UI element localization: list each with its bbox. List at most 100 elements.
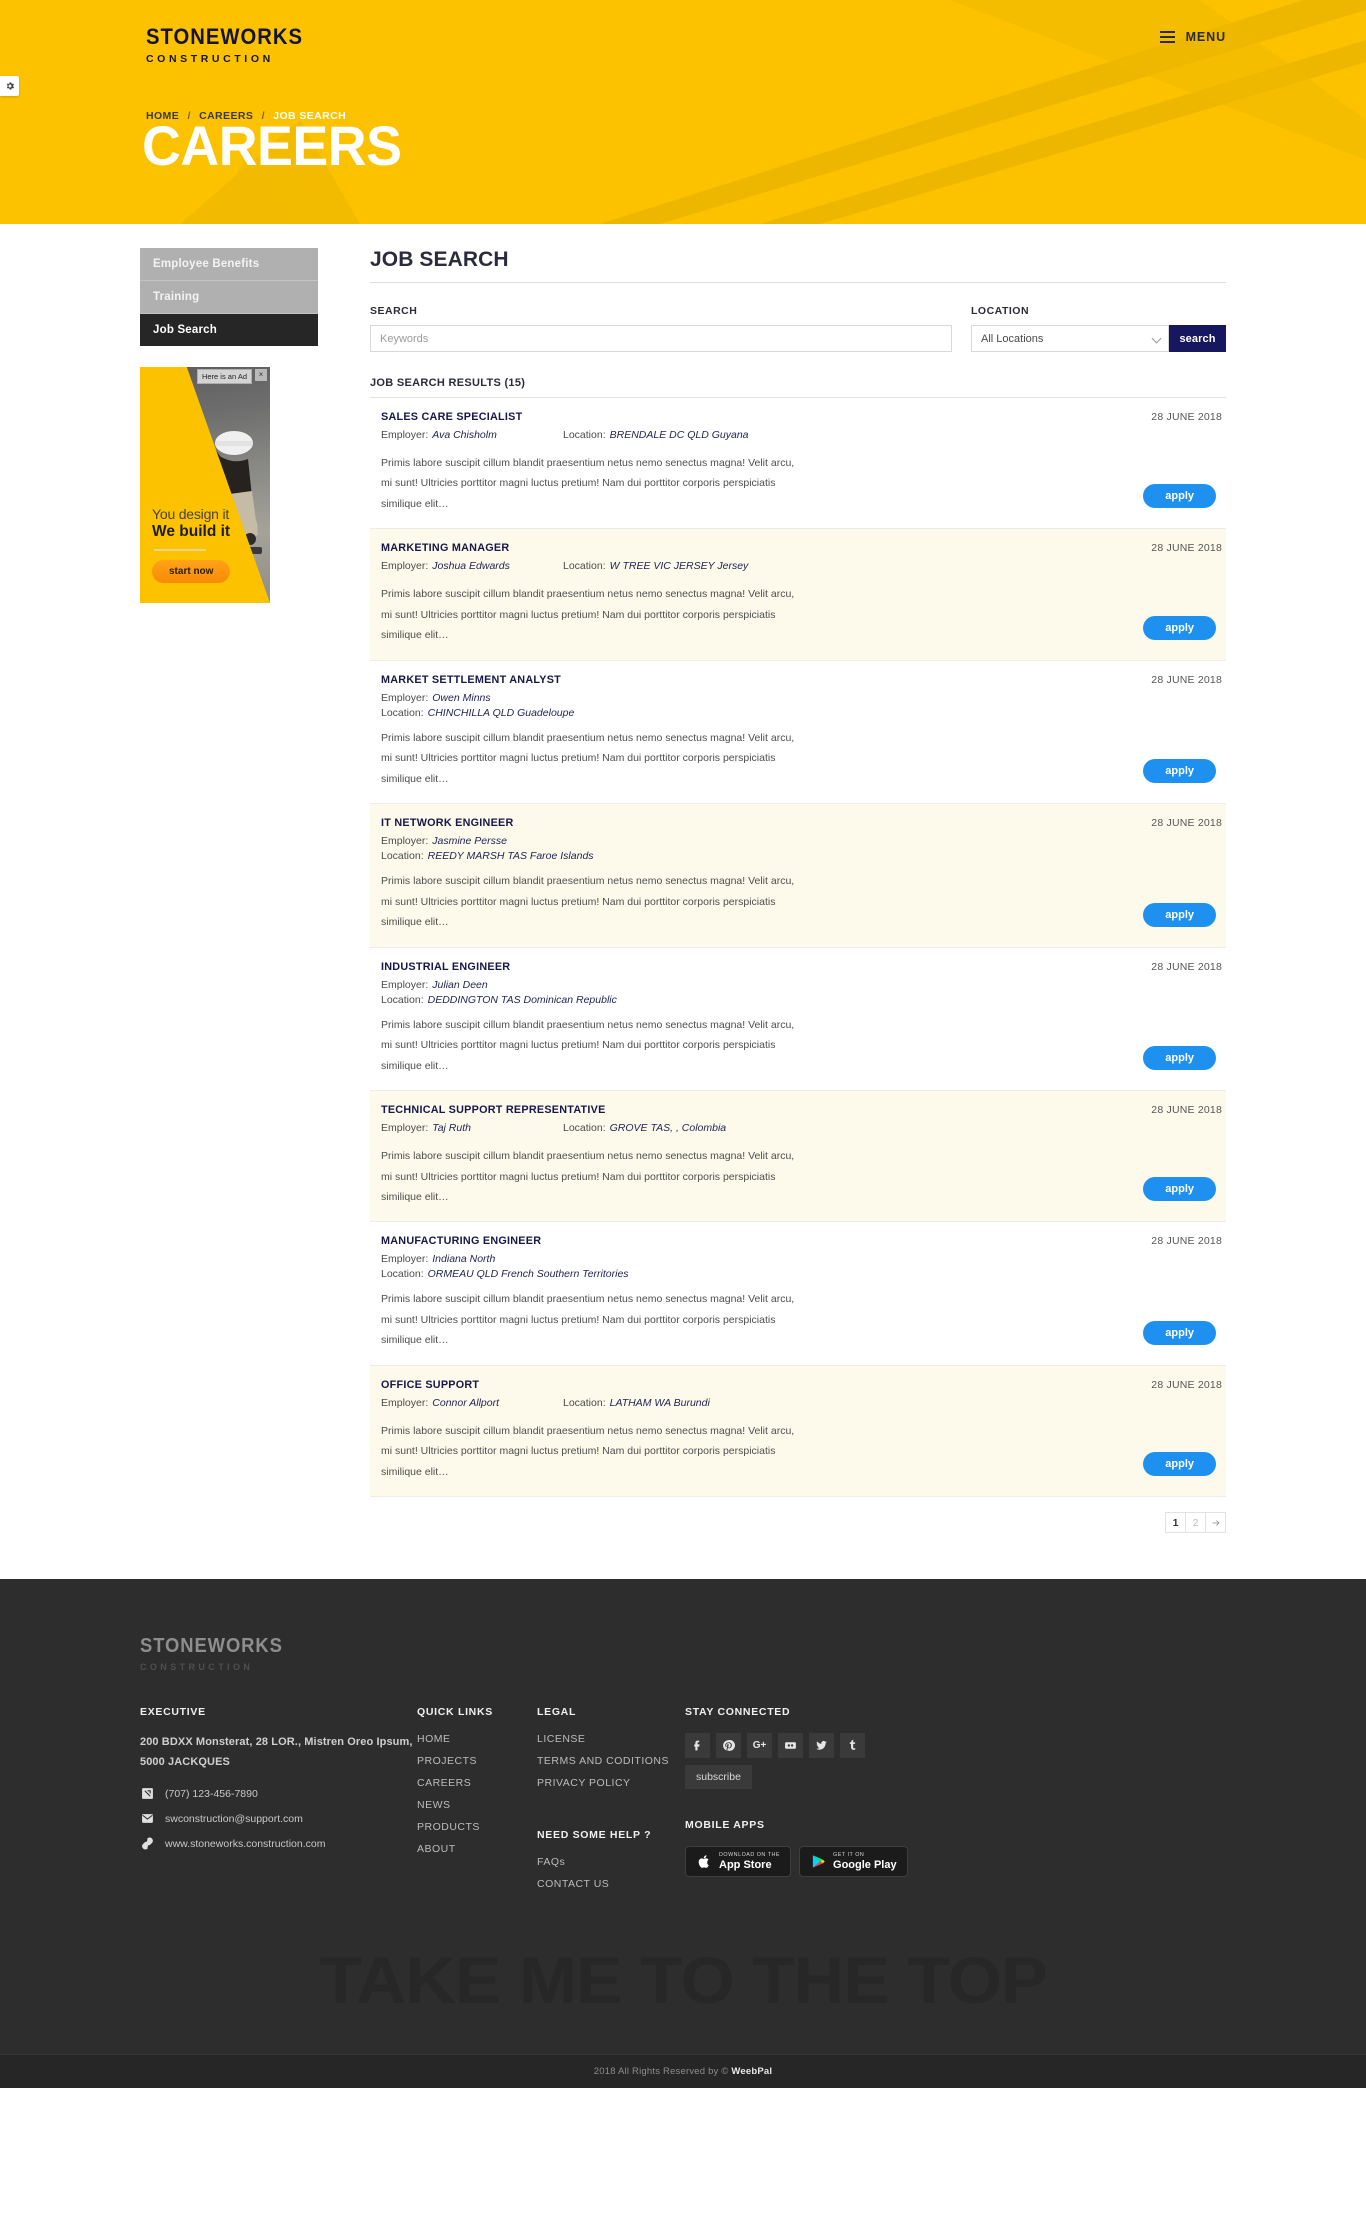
location-select[interactable]: All Locations — [971, 325, 1169, 352]
search-input[interactable] — [370, 325, 952, 352]
ad-headline-line1: You design it — [152, 506, 230, 522]
job-title[interactable]: MARKET SETTLEMENT ANALYST — [381, 674, 561, 686]
google-play-badge[interactable]: GET IT ON Google Play — [799, 1846, 908, 1877]
logo-name: STONEWORKS — [146, 24, 304, 49]
menu-toggle-button[interactable]: MENU — [1159, 30, 1226, 44]
job-employer: Jasmine Persse — [432, 835, 507, 848]
flickr-icon[interactable] — [778, 1733, 803, 1759]
footer-phone: (707) 123-456-7890 — [165, 1787, 258, 1800]
job-title[interactable]: OFFICE SUPPORT — [381, 1379, 479, 1391]
job-search-form: SEARCH LOCATION All Locations search — [370, 305, 1226, 352]
job-description: Primis labore suscipit cillum blandit pr… — [381, 1293, 795, 1347]
google-play-icon — [810, 1853, 826, 1871]
pagination: 1 2 — [370, 1512, 1226, 1534]
job-date: 28 JUNE 2018 — [1151, 1235, 1222, 1248]
sidebar-nav: Employee Benefits Training Job Search — [140, 248, 318, 346]
job-title[interactable]: IT NETWORK ENGINEER — [381, 817, 514, 829]
footer-phone-line[interactable]: (707) 123-456-7890 — [140, 1787, 417, 1801]
apply-button[interactable]: apply — [1143, 902, 1216, 927]
job-header: MANUFACTURING ENGINEER 28 JUNE 2018 — [381, 1235, 1226, 1247]
page-button-2[interactable]: 2 — [1185, 1512, 1206, 1534]
job-employer-row: Employer: Indiana North — [381, 1253, 1226, 1265]
site-logo[interactable]: STONEWORKS CONSTRUCTION — [140, 24, 317, 66]
pinterest-icon[interactable] — [716, 1733, 741, 1759]
apply-button[interactable]: apply — [1143, 1452, 1216, 1477]
job-date: 28 JUNE 2018 — [1151, 673, 1222, 686]
location-label: Location: — [563, 429, 606, 441]
subscribe-button[interactable]: subscribe — [685, 1765, 752, 1790]
copyright-brand[interactable]: WeebPal — [731, 2066, 772, 2077]
location-label: Location: — [381, 850, 424, 863]
google-plus-icon[interactable]: G+ — [747, 1733, 772, 1759]
job-description: Primis labore suscipit cillum blandit pr… — [381, 1018, 795, 1072]
footer-website-line[interactable]: www.stoneworks.construction.com — [140, 1837, 417, 1851]
app-store-small-text: DOWNLOAD ON THE — [719, 1852, 781, 1859]
sidebar-item-employee-benefits[interactable]: Employee Benefits — [140, 248, 318, 281]
job-meta: Employer: Julian Deen Location: DEDDINGTON … — [381, 979, 1226, 1006]
footer-heading-quick-links: QUICK LINKS — [417, 1706, 493, 1719]
job-location-row: Location: ORMEAU QLD French Southern Terr… — [381, 1268, 1226, 1280]
job-date: 28 JUNE 2018 — [1151, 1104, 1222, 1117]
job-title[interactable]: INDUSTRIAL ENGINEER — [381, 961, 510, 973]
apply-button[interactable]: apply — [1143, 484, 1216, 509]
sidebar-item-training[interactable]: Training — [140, 281, 318, 314]
footer-link-contact-us[interactable]: CONTACT US — [537, 1878, 685, 1890]
page-button-1[interactable]: 1 — [1165, 1512, 1186, 1534]
ad-label[interactable]: Here is an Ad — [196, 369, 252, 384]
job-employer: Indiana North — [432, 1253, 496, 1266]
apply-button[interactable]: apply — [1143, 1046, 1216, 1071]
employer-label: Employer: — [381, 560, 429, 573]
footer-link-products[interactable]: PRODUCTS — [417, 1821, 537, 1833]
job-description: Primis labore suscipit cillum blandit pr… — [381, 1150, 795, 1203]
settings-gear-button[interactable] — [0, 76, 19, 96]
job-header: OFFICE SUPPORT 28 JUNE 2018 — [381, 1379, 1226, 1391]
next-page-button[interactable] — [1205, 1512, 1226, 1534]
apply-button[interactable]: apply — [1143, 615, 1216, 640]
footer-logo[interactable]: STONEWORKS CONSTRUCTION — [140, 1635, 1226, 1672]
ad-start-now-button[interactable]: start now — [152, 560, 231, 583]
apply-button[interactable]: apply — [1143, 759, 1216, 784]
back-to-top-button[interactable]: TAKE ME TO THE TOP — [107, 1900, 1258, 2054]
job-title[interactable]: MARKETING MANAGER — [381, 542, 509, 554]
job-description: Primis labore suscipit cillum blandit pr… — [381, 875, 795, 929]
footer-link-license[interactable]: LICENSE — [537, 1733, 685, 1745]
job-location-row: Location: BRENDALE DC QLD Guyana — [563, 429, 749, 441]
ad-close-icon[interactable]: × — [255, 369, 267, 381]
footer-link-about[interactable]: ABOUT — [417, 1843, 537, 1855]
footer-email: swconstruction@support.com — [165, 1812, 303, 1825]
tumblr-icon[interactable] — [840, 1733, 865, 1759]
footer-link-terms[interactable]: TERMS AND CODITIONS — [537, 1755, 685, 1767]
location-label: Location: — [563, 560, 606, 573]
twitter-icon[interactable] — [809, 1733, 834, 1759]
copyright-text: 2018 All Rights Reserved by © — [593, 2066, 732, 2078]
footer-heading-help: NEED SOME HELP ? — [537, 1829, 652, 1842]
job-location: DEDDINGTON TAS Dominican Republic — [427, 993, 617, 1006]
footer-link-news[interactable]: NEWS — [417, 1799, 537, 1811]
app-store-badge[interactable]: DOWNLOAD ON THE App Store — [685, 1846, 792, 1877]
link-icon — [140, 1837, 154, 1851]
footer-column-social: STAY CONNECTED G+ subscribe MOBILE APPS — [685, 1706, 1226, 1900]
keywords-label: SEARCH — [370, 305, 418, 317]
footer-email-line[interactable]: swconstruction@support.com — [140, 1812, 417, 1826]
facebook-icon[interactable] — [685, 1733, 710, 1759]
footer-link-careers[interactable]: CAREERS — [417, 1777, 537, 1789]
apply-button[interactable]: apply — [1143, 1320, 1216, 1345]
job-title[interactable]: TECHNICAL SUPPORT REPRESENTATIVE — [381, 1104, 606, 1116]
employer-label: Employer: — [381, 691, 429, 704]
sidebar-item-job-search[interactable]: Job Search — [140, 314, 318, 346]
job-date: 28 JUNE 2018 — [1151, 542, 1222, 555]
job-employer-row: Employer: Connor Allport — [381, 1397, 563, 1409]
results-heading: JOB SEARCH RESULTS (15) — [370, 377, 526, 389]
job-title[interactable]: MANUFACTURING ENGINEER — [381, 1235, 541, 1247]
footer-link-privacy[interactable]: PRIVACY POLICY — [537, 1777, 685, 1789]
footer-link-projects[interactable]: PROJECTS — [417, 1755, 537, 1767]
app-store-big-text: App Store — [719, 1858, 772, 1871]
job-listing: SALES CARE SPECIALIST 28 JUNE 2018 Employe… — [370, 398, 1226, 530]
footer-link-home[interactable]: HOME — [417, 1733, 537, 1745]
footer-link-faqs[interactable]: FAQs — [537, 1856, 685, 1868]
job-header: MARKETING MANAGER 28 JUNE 2018 — [381, 542, 1226, 554]
job-title[interactable]: SALES CARE SPECIALIST — [381, 411, 522, 423]
apply-button[interactable]: apply — [1143, 1177, 1216, 1202]
search-button[interactable]: search — [1169, 325, 1226, 352]
sidebar-advertisement[interactable]: Here is an Ad × You design it We build i… — [140, 367, 270, 603]
